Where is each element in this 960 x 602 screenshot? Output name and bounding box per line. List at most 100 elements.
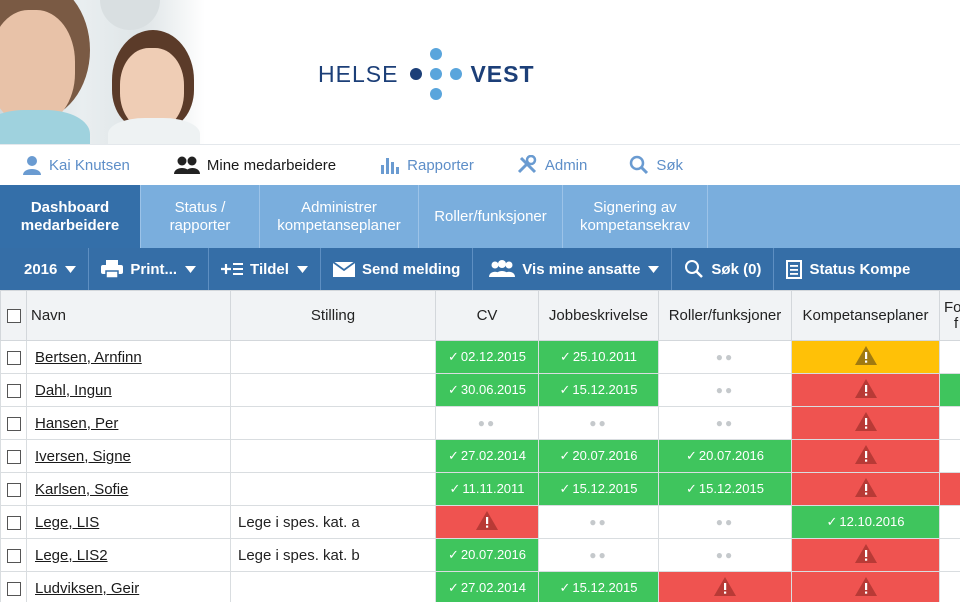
employee-name-link[interactable]: Ludviksen, Geir xyxy=(35,580,139,597)
tab-dashboard-medarbeidere[interactable]: Dashboard medarbeidere xyxy=(0,185,141,248)
status-cell-truncated[interactable] xyxy=(939,340,960,374)
employee-name-link[interactable]: Iversen, Signe xyxy=(35,448,131,465)
status-cell-warning[interactable] xyxy=(791,406,940,440)
table-row[interactable]: Karlsen, Sofie ✓ 11.11.2011 ✓ 15.12.2015 ✓ 15.… xyxy=(0,472,960,506)
status-cell-ok[interactable]: ✓ 11.11.2011 xyxy=(435,472,539,506)
status-cell-empty[interactable]: ●● xyxy=(658,373,792,407)
check-icon: ✓ xyxy=(559,448,571,463)
status-cell-empty[interactable]: ●● xyxy=(538,505,659,539)
column-header-kompetanseplaner[interactable]: Kompetanseplaner xyxy=(791,290,940,341)
status-cell-warning[interactable] xyxy=(791,472,940,506)
nav-item-sok[interactable]: Søk xyxy=(629,145,683,186)
status-cell-ok[interactable]: ✓ 15.12.2015 xyxy=(538,373,659,407)
status-cell-truncated[interactable] xyxy=(939,373,960,407)
column-header-jobbeskrivelse[interactable]: Jobbeskrivelse xyxy=(538,290,659,341)
year-dropdown[interactable]: 2016 xyxy=(0,248,90,290)
print-dropdown[interactable]: Print... xyxy=(89,248,210,290)
status-cell-ok[interactable]: ✓ 02.12.2015 xyxy=(435,340,539,374)
status-cell-empty[interactable]: ●● xyxy=(435,406,539,440)
status-cell-empty[interactable]: ●● xyxy=(658,340,792,374)
table-row[interactable]: Hansen, Per ●● ●● ●● xyxy=(0,406,960,440)
status-date: 30.06.2015 xyxy=(460,382,526,397)
status-cell-truncated[interactable] xyxy=(939,439,960,473)
status-cell-truncated[interactable] xyxy=(939,505,960,539)
employee-name-link[interactable]: Lege, LIS xyxy=(35,514,99,531)
show-employees-dropdown[interactable]: Vis mine ansatte xyxy=(473,248,673,290)
status-kompetanse-button[interactable]: Status Kompe xyxy=(774,248,922,290)
nav-item-rapporter[interactable]: Rapporter xyxy=(380,145,474,186)
users-icon xyxy=(173,156,200,174)
status-cell-empty[interactable]: ●● xyxy=(658,505,792,539)
status-cell-empty[interactable]: ●● xyxy=(538,538,659,572)
status-cell-ok[interactable]: ✓ 25.10.2011 xyxy=(538,340,659,374)
status-cell-ok[interactable]: ✓ 12.10.2016 xyxy=(791,505,940,539)
status-cell-ok[interactable]: ✓ 20.07.2016 xyxy=(435,538,539,572)
column-header-stilling[interactable]: Stilling xyxy=(230,290,436,341)
status-date: 20.07.2016 xyxy=(698,448,764,463)
user-icon xyxy=(23,156,41,175)
helse-vest-logo[interactable]: HELSE VEST xyxy=(318,46,535,102)
status-cell-ok[interactable]: ✓ 20.07.2016 xyxy=(538,439,659,473)
status-cell-ok[interactable]: ✓ 27.02.2014 xyxy=(435,439,539,473)
status-cell-truncated[interactable] xyxy=(939,472,960,506)
search-count-button[interactable]: Søk (0) xyxy=(672,248,775,290)
status-cell-ok[interactable]: ✓ 20.07.2016 xyxy=(658,439,792,473)
employee-name-link[interactable]: Hansen, Per xyxy=(35,415,118,432)
employee-name-link[interactable]: Lege, LIS2 xyxy=(35,547,108,564)
column-header-truncated[interactable]: Fo f xyxy=(939,290,960,341)
status-cell-truncated[interactable] xyxy=(939,571,960,602)
employee-name-link[interactable]: Dahl, Ingun xyxy=(35,382,112,399)
row-checkbox[interactable] xyxy=(6,515,21,530)
nav-item-mine-medarbeidere[interactable]: Mine medarbeidere xyxy=(173,145,336,186)
nav-item-user[interactable]: Kai Knutsen xyxy=(22,145,130,186)
warning-icon xyxy=(854,346,877,365)
check-icon: ✓ xyxy=(449,481,461,496)
status-cell-warning[interactable] xyxy=(435,505,539,539)
status-cell-ok[interactable]: ✓ 15.12.2015 xyxy=(538,472,659,506)
status-cell-warning[interactable] xyxy=(791,538,940,572)
status-cell-warning[interactable] xyxy=(658,571,792,602)
row-checkbox[interactable] xyxy=(6,350,21,365)
row-checkbox[interactable] xyxy=(6,416,21,431)
row-checkbox[interactable] xyxy=(6,383,21,398)
table-row[interactable]: Lege, LIS Lege i spes. kat. a ●● ●● ✓ 12.10.2… xyxy=(0,505,960,539)
group-icon xyxy=(489,260,516,277)
status-cell-ok[interactable]: ✓ 30.06.2015 xyxy=(435,373,539,407)
table-row[interactable]: Iversen, Signe ✓ 27.02.2014 ✓ 20.07.2016 ✓ 20.… xyxy=(0,439,960,473)
table-row[interactable]: Lege, LIS2 Lege i spes. kat. b ✓ 20.07.2016… xyxy=(0,538,960,572)
select-all-checkbox[interactable] xyxy=(6,309,21,324)
table-row[interactable]: Bertsen, Arnfinn ✓ 02.12.2015 ✓ 25.10.2011 ●● xyxy=(0,340,960,374)
employee-name-link[interactable]: Karlsen, Sofie xyxy=(35,481,128,498)
status-cell-ok[interactable]: ✓ 27.02.2014 xyxy=(435,571,539,602)
tab-status-rapporter[interactable]: Status / rapporter xyxy=(141,185,260,248)
row-checkbox[interactable] xyxy=(6,449,21,464)
check-icon: ✓ xyxy=(826,514,838,529)
row-checkbox[interactable] xyxy=(6,581,21,596)
tab-roller-funksjoner[interactable]: Roller/funksjoner xyxy=(419,185,563,248)
assign-dropdown[interactable]: Tildel xyxy=(209,248,321,290)
status-cell-empty[interactable]: ●● xyxy=(538,406,659,440)
status-cell-warning[interactable] xyxy=(791,340,940,374)
status-cell-truncated[interactable] xyxy=(939,406,960,440)
tab-administrer-kompetanseplaner[interactable]: Administrer kompetanseplaner xyxy=(260,185,419,248)
employee-name-link[interactable]: Bertsen, Arnfinn xyxy=(35,349,142,366)
status-cell-ok[interactable]: ✓ 15.12.2015 xyxy=(538,571,659,602)
table-row[interactable]: Dahl, Ingun ✓ 30.06.2015 ✓ 15.12.2015 ●● xyxy=(0,373,960,407)
status-cell-empty[interactable]: ●● xyxy=(658,406,792,440)
tab-label-line1: Status / xyxy=(174,198,226,216)
nav-item-admin[interactable]: Admin xyxy=(516,145,587,186)
tab-signering-kompetansekrav[interactable]: Signering av kompetansekrav xyxy=(563,185,708,248)
row-checkbox[interactable] xyxy=(6,548,21,563)
row-checkbox[interactable] xyxy=(6,482,21,497)
status-cell-warning[interactable] xyxy=(791,439,940,473)
status-cell-empty[interactable]: ●● xyxy=(658,538,792,572)
table-row[interactable]: Ludviksen, Geir ✓ 27.02.2014 ✓ 15.12.2015 xyxy=(0,571,960,602)
column-header-roller[interactable]: Roller/funksjoner xyxy=(658,290,792,341)
status-cell-warning[interactable] xyxy=(791,571,940,602)
status-cell-ok[interactable]: ✓ 15.12.2015 xyxy=(658,472,792,506)
column-header-cv[interactable]: CV xyxy=(435,290,539,341)
status-cell-truncated[interactable] xyxy=(939,538,960,572)
send-message-button[interactable]: Send melding xyxy=(321,248,474,290)
status-cell-warning[interactable] xyxy=(791,373,940,407)
column-header-navn[interactable]: Navn xyxy=(26,290,231,341)
